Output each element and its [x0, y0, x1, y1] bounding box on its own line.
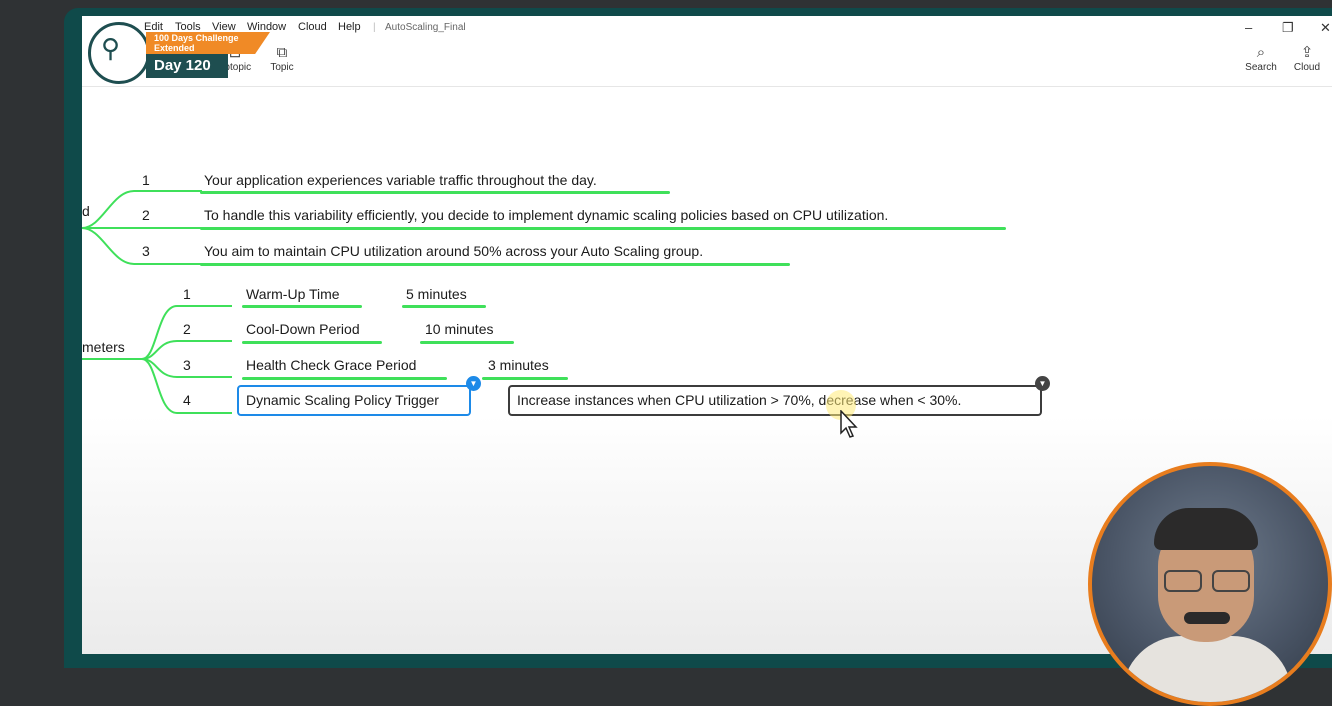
search-label: Search — [1245, 62, 1277, 73]
mouse-pointer-icon — [840, 410, 858, 438]
scenario-item-2-text[interactable]: To handle this variability efficiently, … — [204, 207, 888, 223]
search-button[interactable]: ⌕ Search — [1236, 44, 1286, 73]
presenter-hair — [1154, 508, 1258, 550]
parameter-3-value[interactable]: 3 minutes — [488, 357, 549, 373]
scenario-item-3-underline — [200, 263, 790, 266]
lightbulb-icon: ⚲ — [101, 33, 121, 63]
cloud-button[interactable]: ⇪ Cloud — [1282, 44, 1332, 73]
scenario-item-1-underline — [200, 191, 670, 194]
scenario-item-1-text[interactable]: Your application experiences variable tr… — [204, 172, 597, 188]
scenario-parent-node[interactable]: d — [82, 203, 90, 219]
parameters-parent-node[interactable]: meters — [82, 339, 125, 355]
course-logo: ⚲ — [88, 22, 150, 84]
cloud-label: Cloud — [1293, 62, 1321, 73]
parameter-1-value[interactable]: 5 minutes — [406, 286, 467, 302]
parameter-2-value[interactable]: 10 minutes — [425, 321, 493, 337]
document-title: AutoScaling_Final — [385, 22, 466, 33]
presenter-mustache — [1184, 612, 1230, 624]
parameter-2-name-underline — [242, 341, 382, 344]
parameter-2-number[interactable]: 2 — [183, 321, 191, 337]
collapse-handle-icon-2[interactable]: ▼ — [1035, 376, 1050, 391]
minimize-icon[interactable]: – — [1245, 20, 1252, 35]
parameter-4-value[interactable]: Increase instances when CPU utilization … — [517, 392, 961, 408]
scenario-item-3-text[interactable]: You aim to maintain CPU utilization arou… — [204, 243, 703, 259]
parameter-1-name[interactable]: Warm-Up Time — [246, 286, 340, 302]
challenge-line-2: Extended — [154, 43, 195, 53]
parameter-3-value-underline — [482, 377, 568, 380]
parameter-2-name[interactable]: Cool-Down Period — [246, 321, 360, 337]
parameter-1-name-underline — [242, 305, 362, 308]
scenario-item-1-number[interactable]: 1 — [142, 172, 150, 188]
course-badge: ⚲ 100 Days Challenge Extended Day 120 — [0, 0, 300, 100]
scenario-item-2-number[interactable]: 2 — [142, 207, 150, 223]
parameter-3-number[interactable]: 3 — [183, 357, 191, 373]
parameter-4-name[interactable]: Dynamic Scaling Policy Trigger — [246, 392, 439, 408]
parameter-3-name[interactable]: Health Check Grace Period — [246, 357, 416, 373]
parameter-1-value-underline — [402, 305, 486, 308]
parameter-2-value-underline — [420, 341, 514, 344]
scenario-item-2-underline — [200, 227, 1006, 230]
upload-icon: ⇪ — [1300, 44, 1314, 61]
scenario-item-3-number[interactable]: 3 — [142, 243, 150, 259]
challenge-ribbon: 100 Days Challenge Extended — [146, 32, 270, 54]
parameter-4-number[interactable]: 4 — [183, 392, 191, 408]
restore-icon[interactable]: ❐ — [1282, 20, 1294, 36]
menu-help[interactable]: Help — [338, 21, 361, 33]
challenge-line-1: 100 Days Challenge — [154, 33, 239, 43]
search-icon: ⌕ — [1256, 44, 1266, 61]
presenter-glasses — [1164, 570, 1250, 592]
parameter-1-number[interactable]: 1 — [183, 286, 191, 302]
presenter-webcam — [1088, 462, 1332, 706]
day-counter: Day 120 — [146, 54, 228, 78]
parameter-3-name-underline — [242, 377, 447, 380]
menu-cloud[interactable]: Cloud — [298, 21, 327, 33]
menu-separator: | — [373, 22, 376, 33]
presenter-shirt — [1122, 636, 1292, 702]
collapse-handle-icon[interactable]: ▼ — [466, 376, 481, 391]
close-icon[interactable]: ✕ — [1320, 20, 1331, 36]
